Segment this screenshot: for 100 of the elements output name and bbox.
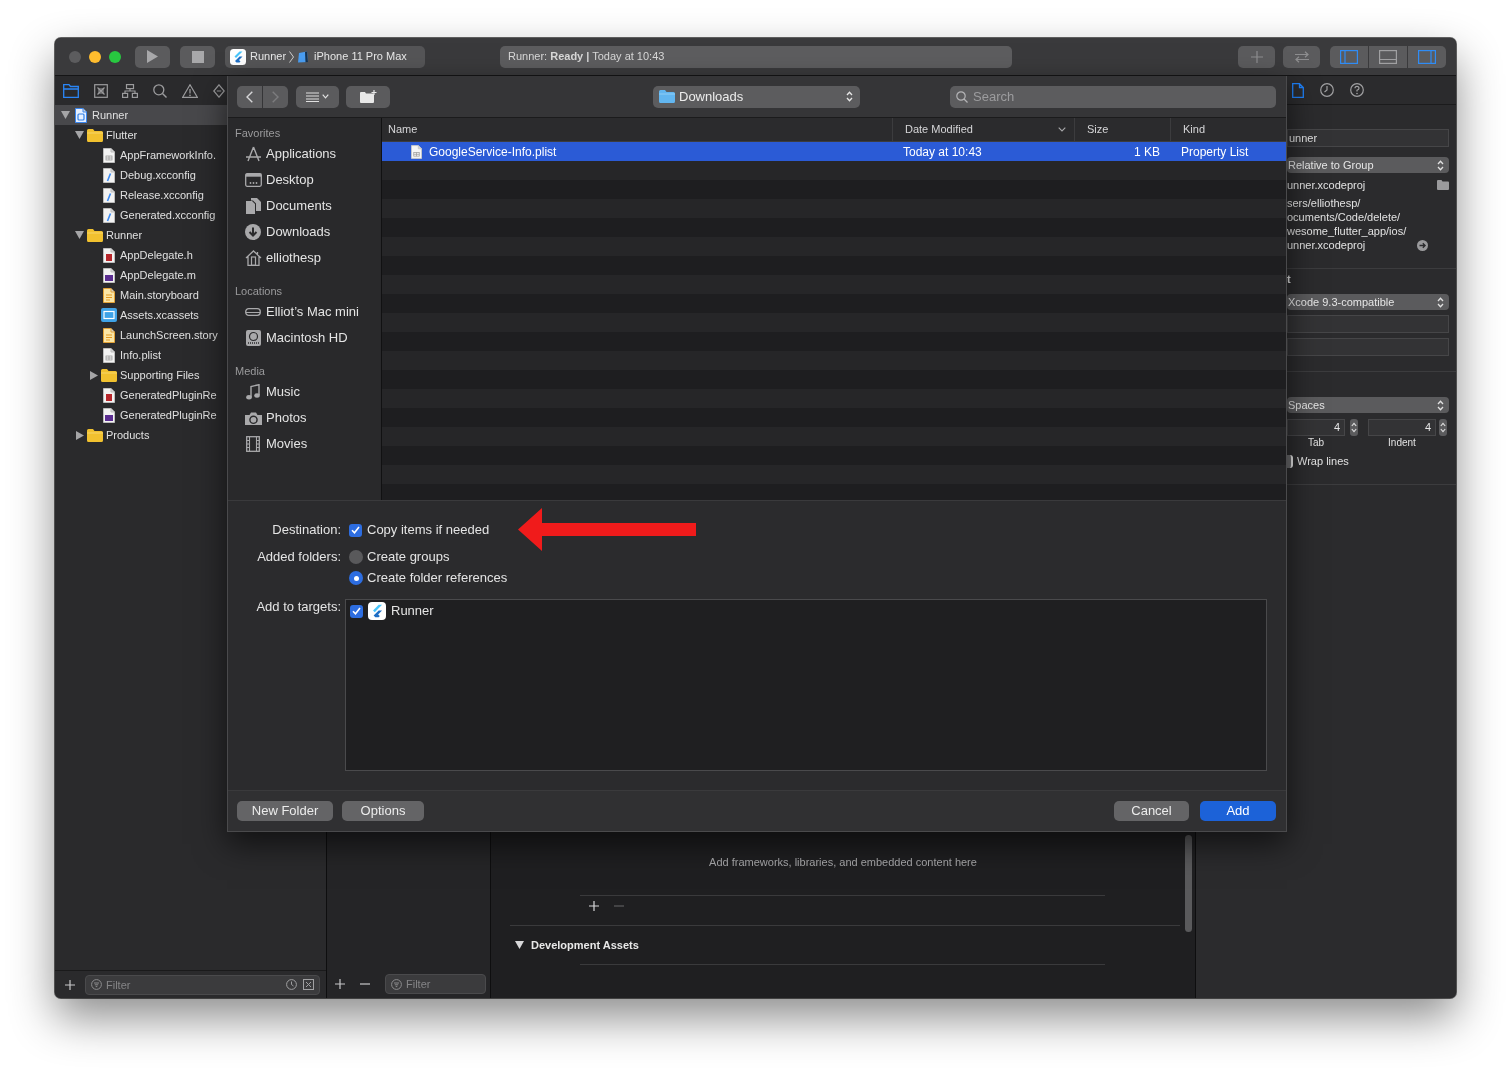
run-button[interactable]	[135, 45, 170, 68]
disclosure-triangle-icon[interactable]	[515, 941, 524, 949]
popup-button[interactable]: Relative to Group	[1287, 157, 1449, 173]
checkbox[interactable]	[349, 523, 362, 537]
clock-icon[interactable]	[286, 979, 297, 990]
add-framework-button[interactable]	[589, 901, 599, 911]
column-header[interactable]: Size	[1075, 118, 1171, 141]
tree-item[interactable]: Products	[55, 425, 227, 445]
tree-item[interactable]: Debug.xcconfig	[55, 165, 227, 185]
radio-button[interactable]	[349, 571, 363, 585]
film-strip-icon	[246, 436, 260, 452]
new-folder-button[interactable]	[346, 85, 390, 108]
disclosure-triangle-icon[interactable]	[75, 131, 84, 139]
add-file-button[interactable]	[65, 979, 75, 990]
sidebar-item[interactable]: Movies	[228, 431, 381, 457]
camera-icon	[244, 411, 262, 425]
tree-item[interactable]: Main.storyboard	[55, 285, 227, 305]
swap-button[interactable]	[1283, 45, 1320, 68]
folder-icon[interactable]	[63, 83, 79, 98]
tree-item[interactable]: AppDelegate.m	[55, 265, 227, 285]
disclosure-triangle-icon[interactable]	[75, 231, 84, 239]
hierarchy-icon[interactable]	[122, 83, 139, 98]
arrow-circle-icon[interactable]	[1417, 239, 1428, 251]
target-list[interactable]: Runner	[345, 599, 1267, 771]
path-line: unner.xcodeproj	[1287, 237, 1366, 253]
square-x-icon[interactable]	[303, 979, 314, 990]
stop-button[interactable]	[180, 45, 215, 68]
location-popup[interactable]: Downloads	[653, 85, 860, 108]
sidebar-item[interactable]: Photos	[228, 405, 381, 431]
clock-icon[interactable]	[1320, 83, 1334, 97]
disclosure-triangle-icon[interactable]	[75, 430, 84, 440]
filter-field[interactable]: Filter	[385, 974, 486, 994]
section-title[interactable]: Development Assets	[531, 936, 639, 954]
sidebar-item[interactable]: Music	[228, 379, 381, 405]
add-target-button[interactable]	[335, 979, 345, 989]
minimize-button[interactable]	[89, 50, 101, 63]
filter-icon	[91, 979, 102, 990]
number-field[interactable]: 4	[1287, 419, 1345, 436]
tree-item[interactable]: Runner	[55, 225, 227, 245]
tree-item[interactable]: Release.xcconfig	[55, 185, 227, 205]
disclosure-triangle-icon[interactable]	[89, 370, 98, 380]
file-icon[interactable]	[1292, 82, 1304, 98]
field-label: Add to targets:	[255, 599, 341, 615]
sidebar-item[interactable]: Desktop	[228, 167, 381, 193]
text-field[interactable]: unner	[1287, 129, 1449, 147]
checkbox[interactable]	[350, 604, 363, 618]
tree-item[interactable]: Generated.xcconfig	[55, 205, 227, 225]
square-x-icon[interactable]	[93, 83, 108, 98]
back-button[interactable]	[237, 85, 262, 108]
help-icon[interactable]	[1350, 83, 1364, 97]
primary-button[interactable]: Add	[1200, 801, 1276, 821]
tree-item[interactable]: LaunchScreen.story	[55, 325, 227, 345]
date-modified: Today at 10:43	[903, 144, 982, 159]
destination-button[interactable]: iPhone 11 Pro Max	[297, 48, 407, 65]
tree-item[interactable]: Runner	[55, 105, 227, 125]
tree-item[interactable]: Info.plist	[55, 345, 227, 365]
diamond-icon[interactable]	[213, 83, 226, 98]
scroll-thumb[interactable]	[1185, 835, 1192, 932]
app-icon	[368, 602, 386, 620]
file-row[interactable]: GoogleService-Info.plist Today at 10:43 1 KB Property List	[382, 142, 1286, 161]
text-field[interactable]	[1287, 315, 1449, 333]
tree-item[interactable]: Assets.xcassets	[55, 305, 227, 325]
tree-item[interactable]: AppFrameworkInfo.	[55, 145, 227, 165]
sidebar-item[interactable]: Macintosh HD	[228, 325, 381, 351]
popup-button[interactable]: Spaces	[1287, 397, 1449, 413]
tree-item[interactable]: Supporting Files	[55, 365, 227, 385]
stepper[interactable]	[1350, 419, 1358, 436]
filter-icon	[391, 978, 402, 990]
sidebar-item[interactable]: Documents	[228, 193, 381, 219]
tree-item[interactable]: AppDelegate.h	[55, 245, 227, 265]
filter-field[interactable]: Filter	[85, 974, 320, 995]
sidebar-item[interactable]: Downloads	[228, 219, 381, 245]
column-header[interactable]: Date Modified	[893, 118, 1075, 141]
tree-item[interactable]: GeneratedPluginRe	[55, 385, 227, 405]
dialog-button[interactable]: Options	[342, 801, 424, 821]
tree-item[interactable]: GeneratedPluginRe	[55, 405, 227, 425]
tree-item[interactable]: Flutter	[55, 125, 227, 145]
warning-icon[interactable]	[181, 83, 198, 98]
column-header[interactable]: Name	[382, 118, 893, 141]
sidebar-item[interactable]: Applications	[228, 141, 381, 167]
popup-button[interactable]: Xcode 9.3-compatible	[1287, 294, 1449, 310]
chevron-right-icon	[289, 50, 295, 63]
dialog-button[interactable]: Cancel	[1114, 801, 1189, 821]
search-icon[interactable]	[153, 83, 167, 98]
zoom-button[interactable]	[109, 50, 121, 63]
stepper[interactable]	[1439, 419, 1447, 436]
view-options-button[interactable]	[296, 85, 339, 108]
radio-button[interactable]	[349, 550, 363, 564]
search-field[interactable]: Search	[950, 85, 1276, 108]
column-header[interactable]: Kind	[1171, 118, 1286, 141]
sidebar-item[interactable]: Elliot’s Mac mini	[228, 299, 381, 325]
number-field[interactable]: 4	[1368, 419, 1436, 436]
scheme-button[interactable]: Runner	[230, 48, 287, 65]
folder-plus-icon	[359, 90, 377, 103]
text-field[interactable]	[1287, 338, 1449, 356]
sidebar-item[interactable]: elliothesp	[228, 245, 381, 271]
checkbox-label: Copy items if needed	[367, 521, 490, 540]
folder-icon[interactable]	[1437, 180, 1449, 190]
add-button[interactable]	[1238, 45, 1275, 68]
dialog-button[interactable]: New Folder	[237, 801, 333, 821]
